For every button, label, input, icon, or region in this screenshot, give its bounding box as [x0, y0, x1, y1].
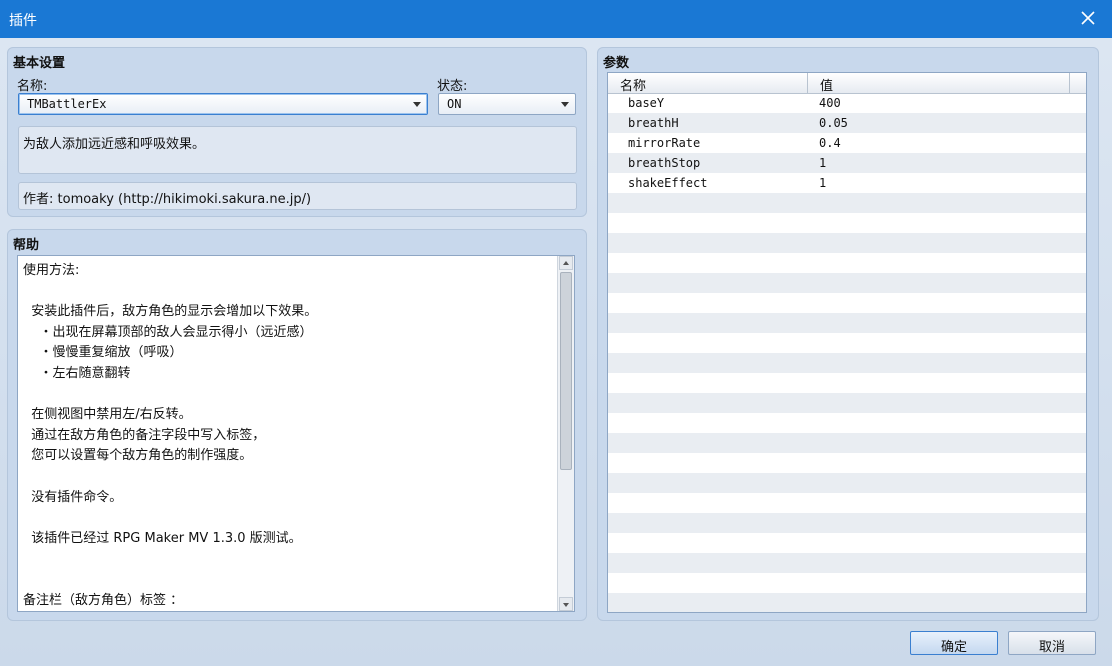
column-divider [807, 73, 808, 93]
empty-row [608, 253, 1086, 273]
empty-row [608, 213, 1086, 233]
column-header-value[interactable]: 值 [820, 75, 833, 94]
scroll-up-button[interactable] [559, 256, 573, 270]
status-label: 状态: [437, 79, 468, 94]
help-text-area[interactable]: 使用方法: 安装此插件后，敌方角色的显示会增加以下效果。 ・出现在屏幕顶部的敌人… [17, 255, 575, 612]
title-bar: 插件 [0, 0, 1112, 38]
empty-row [608, 433, 1086, 453]
plugin-name-select[interactable]: TMBattlerEx [18, 93, 428, 115]
column-header-name[interactable]: 名称 [620, 75, 646, 94]
empty-row [608, 193, 1086, 213]
param-name: breathStop [628, 156, 701, 170]
arrow-down-icon [563, 603, 569, 607]
chevron-down-icon [561, 102, 569, 107]
empty-row [608, 393, 1086, 413]
empty-row [608, 493, 1086, 513]
help-text: 使用方法: 安装此插件后，敌方角色的显示会增加以下效果。 ・出现在屏幕顶部的敌人… [23, 263, 318, 608]
empty-row [608, 413, 1086, 433]
arrow-up-icon [563, 261, 569, 265]
status-value: ON [447, 97, 462, 111]
param-value: 1 [819, 156, 827, 170]
close-icon[interactable] [1078, 8, 1098, 28]
cancel-button[interactable]: 取消 [1008, 631, 1096, 655]
basic-settings-group: 基本设置 名称: TMBattlerEx 状态: ON 为敌人添加远近感和呼吸效… [7, 47, 587, 217]
params-rows: baseY 400 breathH 0.05 mirrorRate 0.4 breathSt… [608, 93, 1086, 612]
params-table-header: 名称 值 [608, 73, 1086, 94]
empty-row [608, 513, 1086, 533]
param-name: shakeEffect [628, 176, 708, 190]
ok-button[interactable]: 确定 [910, 631, 998, 655]
empty-row [608, 553, 1086, 573]
table-row[interactable]: shakeEffect 1 [608, 173, 1086, 193]
param-value: 0.05 [819, 116, 848, 130]
plugin-name-value: TMBattlerEx [27, 97, 107, 111]
scroll-thumb[interactable] [560, 272, 572, 470]
empty-row [608, 453, 1086, 473]
table-row[interactable]: breathStop 1 [608, 153, 1086, 173]
description-box: 为敌人添加远近感和呼吸效果。 [18, 126, 577, 174]
param-value: 1 [819, 176, 827, 190]
author-text: 作者: tomoaky (http://hikimoki.sakura.ne.j… [23, 192, 312, 207]
table-row[interactable]: mirrorRate 0.4 [608, 133, 1086, 153]
description-text: 为敌人添加远近感和呼吸效果。 [23, 137, 206, 152]
help-title: 帮助 [13, 238, 40, 253]
params-title: 参数 [603, 56, 630, 71]
scroll-down-button[interactable] [559, 597, 573, 611]
param-name: breathH [628, 116, 679, 130]
column-divider [1069, 73, 1070, 93]
empty-row [608, 593, 1086, 612]
table-row[interactable]: breathH 0.05 [608, 113, 1086, 133]
status-select[interactable]: ON [438, 93, 576, 115]
empty-row [608, 333, 1086, 353]
author-box: 作者: tomoaky (http://hikimoki.sakura.ne.j… [18, 182, 577, 210]
empty-row [608, 273, 1086, 293]
empty-row [608, 473, 1086, 493]
params-table: 名称 值 baseY 400 breathH 0.05 mirrorRate 0.4 bre… [607, 72, 1087, 613]
chevron-down-icon [413, 102, 421, 107]
param-name: baseY [628, 96, 665, 110]
empty-row [608, 573, 1086, 593]
empty-row [608, 313, 1086, 333]
table-row[interactable]: baseY 400 [608, 93, 1086, 113]
dialog-body: 基本设置 名称: TMBattlerEx 状态: ON 为敌人添加远近感和呼吸效… [0, 38, 1112, 666]
empty-row [608, 293, 1086, 313]
empty-row [608, 533, 1086, 553]
param-name: mirrorRate [628, 136, 701, 150]
name-label: 名称: [17, 79, 48, 94]
empty-row [608, 233, 1086, 253]
help-scrollbar[interactable] [557, 256, 574, 611]
param-value: 400 [819, 96, 841, 110]
window-title: 插件 [9, 13, 37, 29]
empty-row [608, 373, 1086, 393]
empty-row [608, 353, 1086, 373]
basic-settings-title: 基本设置 [13, 56, 66, 71]
param-value: 0.4 [819, 136, 841, 150]
